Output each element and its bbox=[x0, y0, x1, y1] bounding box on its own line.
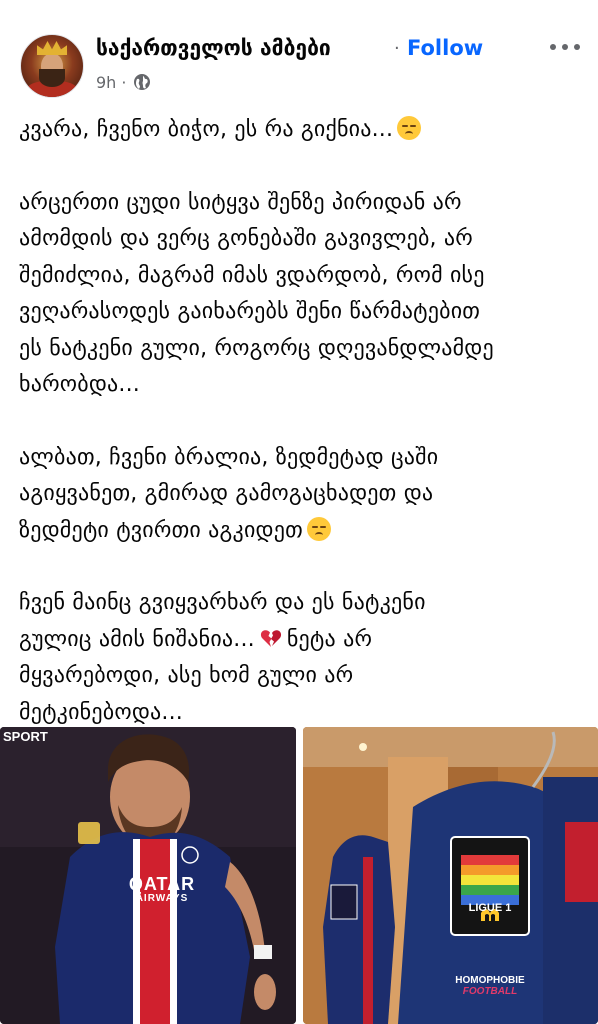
follow-button[interactable]: Follow bbox=[407, 36, 483, 60]
sad-face-emoji bbox=[306, 516, 331, 541]
post-meta: 9h · bbox=[96, 73, 127, 92]
post-paragraph: არცერთი ცუდი სიტყვა შენზე პირიდან არ ამო… bbox=[19, 189, 494, 398]
broken-heart-emoji bbox=[260, 629, 281, 647]
sleeve-text-2: FOOTBALL bbox=[462, 986, 518, 997]
post-paragraph: ალბათ, ჩვენი ბრალია, ზედმეტად ცაში აგიყვ… bbox=[19, 440, 589, 550]
time-separator: · bbox=[121, 73, 127, 92]
avatar-crown bbox=[37, 41, 67, 55]
photo-player[interactable]: SPORT QATAR AIRWAYS bbox=[0, 727, 296, 1024]
sad-face-emoji bbox=[397, 116, 422, 140]
paragraph-text: ალბათ, ჩვენი ბრალია, ზედმეტად ცაში აგიყვ… bbox=[19, 444, 439, 543]
post-header: საქართველოს ამბები · Follow 9h · bbox=[0, 0, 598, 110]
post-paragraph: ჩვენ მაინც გვიყვარხარ და ეს ნატკენი გული… bbox=[19, 585, 589, 731]
post-time[interactable]: 9h bbox=[96, 73, 116, 92]
author-name[interactable]: საქართველოს ამბები bbox=[96, 36, 331, 60]
sleeve-text-1: HOMOPHOBIE bbox=[455, 975, 525, 986]
league-badge-label: LIGUE 1 bbox=[468, 902, 512, 914]
sport-watermark: SPORT bbox=[3, 729, 48, 744]
post-paragraph: კვარა, ჩვენო ბიჭო, ეს რა გიქნია... bbox=[19, 112, 589, 149]
name-separator: · bbox=[394, 38, 400, 59]
more-horizontal-icon[interactable] bbox=[548, 40, 582, 54]
author-avatar[interactable] bbox=[20, 34, 84, 98]
avatar-beard bbox=[39, 69, 65, 87]
photo-jerseys[interactable]: LIGUE 1 HOMOPHOBIE FOOTBALL bbox=[303, 727, 598, 1024]
paragraph-text: კვარა, ჩვენო ბიჭო, ეს რა გიქნია... bbox=[19, 117, 394, 142]
sleeve-text: HOMOPHOBIE FOOTBALL bbox=[449, 975, 531, 997]
jersey-sponsor: QATAR AIRWAYS bbox=[124, 875, 200, 905]
post-body: კვარა, ჩვენო ბიჭო, ეს რა გიქნია... არცერ… bbox=[19, 112, 589, 731]
sponsor-line-2: AIRWAYS bbox=[135, 893, 189, 904]
globe-icon[interactable] bbox=[133, 73, 151, 91]
photo-grid: SPORT QATAR AIRWAYS LIGUE 1 HOMOPHOBIE F… bbox=[0, 727, 598, 1024]
sponsor-line-1: QATAR bbox=[128, 874, 196, 894]
